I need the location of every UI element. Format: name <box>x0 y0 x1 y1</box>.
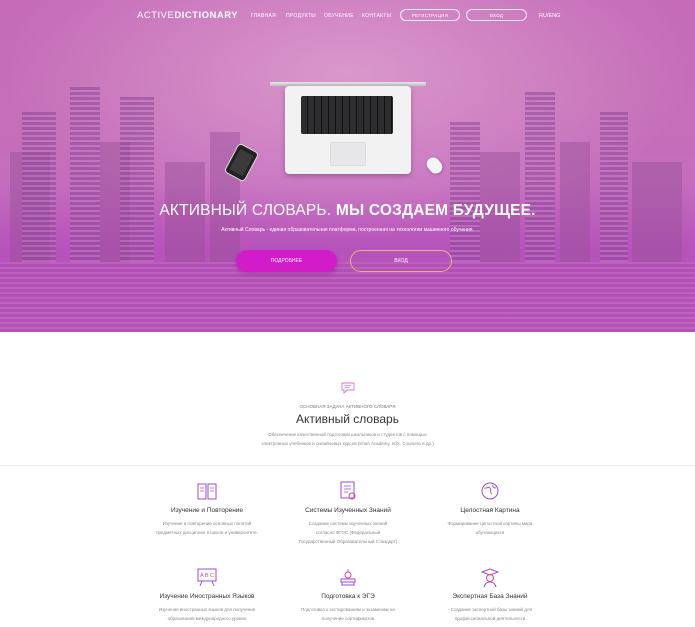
abc-board-icon: A B C <box>197 568 217 587</box>
register-button[interactable]: РЕГИСТРАЦИЯ <box>400 9 460 21</box>
hero-section: ACTIVEDICTIONARY ГЛАВНАЯ ПРОДУКТЫ ОБУЧЕН… <box>0 0 695 332</box>
laptop-trackpad <box>330 142 366 166</box>
site-logo[interactable]: ACTIVEDICTIONARY <box>137 10 238 21</box>
feature-card: Изучение и Повторение Изучение и повторе… <box>137 480 277 538</box>
feature-title: Целостная Картина <box>460 507 520 514</box>
hero-subtitle: Активный Словарь - единая образовательна… <box>221 227 474 233</box>
chat-bubble-icon <box>341 382 355 394</box>
hero-login-button[interactable]: ВХОД <box>350 250 452 272</box>
laptop-keyboard <box>301 96 393 134</box>
section-kicker: ОСНОВНАЯ ЗАДАЧА АКТИВНОГО СЛОВАРЯ <box>299 404 396 409</box>
section-description: Обеспечение качественной подготовки школ… <box>261 432 434 446</box>
feature-title: Подготовка к ЭГЭ <box>321 593 375 600</box>
section-title: Активный словарь <box>296 412 399 426</box>
books-apple-icon <box>340 569 356 586</box>
nav-link-contacts[interactable]: КОНТАКТЫ <box>362 13 391 19</box>
feature-card: Подготовка к ЭГЭ Подготовка к тестирован… <box>278 566 418 624</box>
feature-card: Системы Изученных Знаний Создание систем… <box>278 480 418 546</box>
graduate-icon <box>480 568 500 588</box>
feature-card: A B C Изучение Иностранных Языков Изучен… <box>137 566 277 624</box>
feature-text: Формирование целостной картины мира обуч… <box>447 521 533 535</box>
skyline-building <box>120 97 154 262</box>
feature-title: Изучение и Повторение <box>170 507 244 514</box>
book-icon <box>197 483 217 500</box>
feature-title: Изучение Иностранных Языков <box>159 593 255 600</box>
skyline-building <box>22 112 56 262</box>
laptop-image <box>270 82 426 176</box>
nav-link-products[interactable]: ПРОДУКТЫ <box>286 13 316 19</box>
feature-card: Экспертная База Знаний - Создание экспер… <box>420 566 560 624</box>
more-button[interactable]: ПОДРОБНЕЕ <box>236 250 337 272</box>
login-button[interactable]: ВХОД <box>466 9 527 21</box>
section-divider <box>0 465 695 466</box>
skyline-building <box>525 92 555 262</box>
water-reflection <box>0 262 695 332</box>
top-nav: ACTIVEDICTIONARY ГЛАВНАЯ ПРОДУКТЫ ОБУЧЕН… <box>0 9 695 24</box>
feature-title: Системы Изученных Знаний <box>305 507 391 514</box>
language-switch[interactable]: RU/ENG <box>539 13 560 19</box>
certificate-icon <box>340 481 356 500</box>
skyline-building <box>70 87 100 262</box>
hero-headline: АКТИВНЫЙ СЛОВАРЬ. МЫ СОЗДАЕМ БУДУЩЕЕ. <box>159 202 536 219</box>
nav-link-home[interactable]: ГЛАВНАЯ <box>251 13 276 19</box>
skyline-building <box>450 122 480 262</box>
skyline-building <box>600 112 628 262</box>
feature-title: Экспертная База Знаний <box>452 593 528 600</box>
feature-text: Подготовка к тестированиям и экзаменам н… <box>301 607 395 621</box>
nav-link-learning[interactable]: ОБУЧЕНИЕ <box>324 13 354 19</box>
feature-card: Целостная Картина Формирование целостной… <box>420 480 560 538</box>
feature-text: - Создание экспертной базы знаний для пр… <box>448 607 532 621</box>
feature-text: Изучение иностранных языков для получени… <box>158 607 256 621</box>
globe-icon <box>481 482 499 500</box>
svg-text:A B C: A B C <box>200 573 214 579</box>
laptop-body <box>285 86 411 174</box>
feature-text: Изучение и повторение основных понятий п… <box>156 521 258 535</box>
feature-text: Создание системы изученных знаний соглас… <box>298 521 398 544</box>
